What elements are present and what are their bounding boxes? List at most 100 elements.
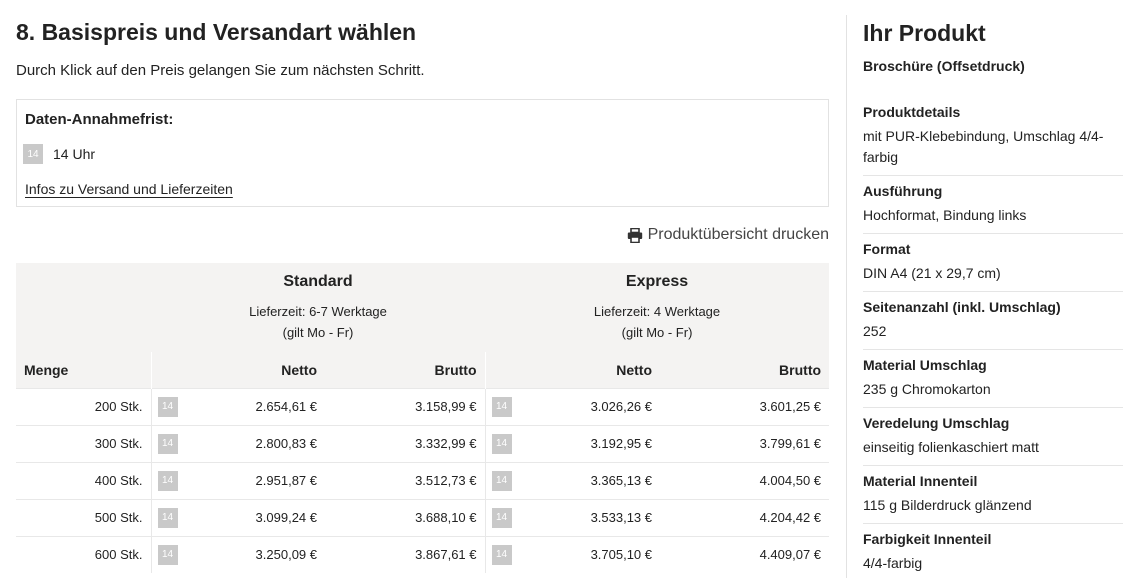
- spec-value: 4/4-farbig: [863, 555, 923, 571]
- spec-item: Material Innenteil 115 g Bilderdruck glä…: [863, 466, 1123, 524]
- day-badge-cell: 14: [150, 535, 181, 573]
- spec-value: mit PUR-Klebebindung, Umschlag 4/4-farbi…: [863, 128, 1104, 165]
- spec-value: 115 g Bilderdruck glänzend: [863, 497, 1032, 513]
- option-express: Express Lieferzeit: 4 Werktage (gilt Mo …: [485, 263, 830, 352]
- exp-brutto-price[interactable]: 3.601,25 €: [660, 387, 830, 425]
- day-badge-cell: 14: [150, 498, 181, 536]
- spec-value: 252: [863, 323, 887, 339]
- spec-label: Seitenanzahl (inkl. Umschlag): [863, 299, 1061, 315]
- day-badge-cell: 14: [484, 424, 516, 462]
- std-brutto-price[interactable]: 3.867,61 €: [325, 535, 486, 573]
- day-badge-cell: 14: [150, 461, 181, 499]
- option-standard-note: (gilt Mo - Fr): [282, 325, 354, 340]
- spec-label: Farbigkeit Innenteil: [863, 531, 992, 547]
- day-badge-cell: 14: [484, 498, 516, 536]
- table-row: 200 Stk. 14 2.654,61 € 3.158,99 € 14 3.0…: [16, 387, 830, 425]
- day-badge-cell: 14: [150, 424, 181, 462]
- price-table: Standard Lieferzeit: 6-7 Werktage (gilt …: [16, 263, 830, 573]
- day-badge-cell: 14: [150, 387, 181, 425]
- col-exp-brutto: Brutto: [660, 352, 830, 388]
- deadline-box: Daten-Annahmefrist: 14 14 Uhr Infos zu V…: [16, 99, 829, 207]
- printer-icon: [627, 227, 642, 243]
- main-content: 8. Basispreis und Versandart wählen Durc…: [16, 0, 830, 578]
- exp-netto-price[interactable]: 3.192,95 €: [515, 424, 661, 462]
- option-standard: Standard Lieferzeit: 6-7 Werktage (gilt …: [151, 263, 486, 352]
- day-badge: 14: [491, 470, 512, 491]
- exp-brutto-price[interactable]: 4.409,07 €: [660, 535, 830, 573]
- std-netto-price[interactable]: 3.250,09 €: [181, 535, 325, 573]
- spec-label: Ausführung: [863, 183, 943, 199]
- spec-item: Format DIN A4 (21 x 29,7 cm): [863, 234, 1123, 292]
- std-netto-price[interactable]: 2.800,83 €: [181, 424, 325, 462]
- spec-label: Format: [863, 241, 911, 257]
- std-brutto-price[interactable]: 3.332,99 €: [325, 424, 486, 462]
- sidebar-title: Ihr Produkt: [863, 20, 986, 46]
- shipping-info-link[interactable]: Infos zu Versand und Lieferzeiten: [25, 181, 233, 197]
- day-badge: 14: [491, 433, 512, 454]
- spec-label: Veredelung Umschlag: [863, 415, 1010, 431]
- std-brutto-price[interactable]: 3.688,10 €: [325, 498, 486, 536]
- day-badge-cell: 14: [484, 461, 516, 499]
- quantity-cell: 500 Stk.: [16, 498, 151, 536]
- day-badge: 14: [491, 544, 512, 565]
- spec-value: einseitig folienkaschiert matt: [863, 439, 1039, 455]
- spec-item: Farbigkeit Innenteil 4/4-farbig: [863, 524, 1123, 578]
- std-brutto-price[interactable]: 3.158,99 €: [325, 387, 486, 425]
- spec-item: Seitenanzahl (inkl. Umschlag) 252: [863, 292, 1123, 350]
- col-spacer: [484, 352, 516, 388]
- day-badge: 14: [157, 470, 178, 491]
- option-express-note: (gilt Mo - Fr): [621, 325, 693, 340]
- day-badge: 14: [157, 544, 178, 565]
- page-title: 8. Basispreis und Versandart wählen: [16, 19, 417, 45]
- day-badge: 14: [491, 396, 512, 417]
- option-standard-name: Standard: [283, 273, 353, 290]
- page-subtitle: Durch Klick auf den Preis gelangen Sie z…: [16, 62, 425, 79]
- day-badge: 14: [491, 507, 512, 528]
- exp-brutto-price[interactable]: 3.799,61 €: [660, 424, 830, 462]
- column-header-row: Menge Netto Brutto Netto Brutto: [16, 352, 830, 388]
- header-empty: [16, 263, 151, 352]
- quantity-cell: 200 Stk.: [16, 387, 151, 425]
- product-name: Broschüre (Offsetdruck): [863, 58, 1025, 74]
- col-exp-netto: Netto: [515, 352, 661, 388]
- deadline-row: 14 14 Uhr: [23, 144, 95, 164]
- day-badge: 14: [157, 433, 178, 454]
- spec-label: Produktdetails: [863, 104, 961, 120]
- spec-label: Material Umschlag: [863, 357, 987, 373]
- day-badge-cell: 14: [484, 387, 516, 425]
- option-express-name: Express: [625, 273, 689, 290]
- quantity-cell: 300 Stk.: [16, 424, 151, 462]
- quantity-cell: 400 Stk.: [16, 461, 151, 499]
- deadline-time: 14 Uhr: [53, 146, 96, 162]
- spec-item: Material Umschlag 235 g Chromokarton: [863, 350, 1123, 408]
- shipping-options-header: Standard Lieferzeit: 6-7 Werktage (gilt …: [16, 263, 830, 352]
- spec-value: 235 g Chromokarton: [863, 381, 991, 397]
- day-badge: 14: [157, 396, 178, 417]
- exp-netto-price[interactable]: 3.026,26 €: [515, 387, 661, 425]
- print-overview-label: Produktübersicht drucken: [647, 226, 829, 243]
- day-badge: 14: [157, 507, 178, 528]
- table-row: 400 Stk. 14 2.951,87 € 3.512,73 € 14 3.3…: [16, 461, 830, 499]
- spec-label: Material Innenteil: [863, 473, 978, 489]
- spec-item: Veredelung Umschlag einseitig folienkasc…: [863, 408, 1123, 466]
- std-brutto-price[interactable]: 3.512,73 €: [325, 461, 486, 499]
- quantity-cell: 600 Stk.: [16, 535, 151, 573]
- print-overview-button[interactable]: Produktübersicht drucken: [627, 226, 829, 244]
- exp-netto-price[interactable]: 3.705,10 €: [515, 535, 661, 573]
- exp-netto-price[interactable]: 3.365,13 €: [515, 461, 661, 499]
- exp-brutto-price[interactable]: 4.204,42 €: [660, 498, 830, 536]
- exp-netto-price[interactable]: 3.533,13 €: [515, 498, 661, 536]
- spec-value: Hochformat, Bindung links: [863, 207, 1027, 223]
- day-badge-cell: 14: [484, 535, 516, 573]
- exp-brutto-price[interactable]: 4.004,50 €: [660, 461, 830, 499]
- std-netto-price[interactable]: 2.654,61 €: [181, 387, 325, 425]
- option-standard-time: Lieferzeit: 6-7 Werktage: [249, 304, 387, 319]
- std-netto-price[interactable]: 3.099,24 €: [181, 498, 325, 536]
- table-row: 600 Stk. 14 3.250,09 € 3.867,61 € 14 3.7…: [16, 535, 830, 573]
- spec-item: Ausführung Hochformat, Bindung links: [863, 176, 1123, 234]
- option-express-time: Lieferzeit: 4 Werktage: [593, 304, 721, 319]
- table-row: 500 Stk. 14 3.099,24 € 3.688,10 € 14 3.5…: [16, 498, 830, 536]
- std-netto-price[interactable]: 2.951,87 €: [181, 461, 325, 499]
- deadline-title: Daten-Annahmefrist:: [25, 111, 174, 128]
- spec-item: Produktdetails mit PUR-Klebebindung, Ums…: [863, 97, 1123, 176]
